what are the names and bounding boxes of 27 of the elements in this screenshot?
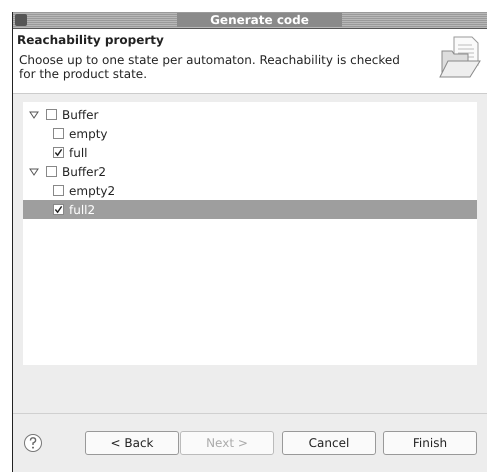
expand-arrow-icon[interactable] [29, 166, 39, 176]
checkbox[interactable] [53, 204, 64, 215]
tree-item-label: Buffer2 [62, 164, 106, 178]
window-title: Generate code [177, 13, 342, 27]
help-icon[interactable] [23, 433, 43, 453]
tree-item-label: full [69, 146, 88, 160]
tree-item[interactable]: Buffer2 [23, 162, 477, 181]
tree-item-label: empty [69, 126, 108, 140]
checkbox[interactable] [46, 109, 57, 120]
checkbox[interactable] [46, 166, 57, 177]
tree-item-label: full2 [69, 202, 96, 216]
checkbox[interactable] [53, 128, 64, 139]
dialog-button[interactable]: < Back [85, 431, 179, 455]
expand-arrow-icon[interactable] [29, 110, 39, 120]
page-title: Reachability property [17, 33, 165, 47]
tree-item[interactable]: Buffer [23, 105, 477, 124]
tree-item[interactable]: empty [23, 124, 477, 143]
tree-item-label: empty2 [69, 184, 116, 198]
checkbox[interactable] [53, 185, 64, 196]
tree-item[interactable]: full [23, 143, 477, 162]
tree-item[interactable]: empty2 [23, 181, 477, 200]
dialog-button[interactable]: Finish [383, 431, 477, 455]
page-description: Choose up to one state per automaton. Reachability is checked for the product state. [18, 53, 401, 81]
folder-document-icon [438, 35, 482, 79]
tree-item-label: Buffer [62, 108, 98, 122]
checkbox[interactable] [53, 147, 64, 158]
dialog-button[interactable]: Cancel [282, 431, 376, 455]
